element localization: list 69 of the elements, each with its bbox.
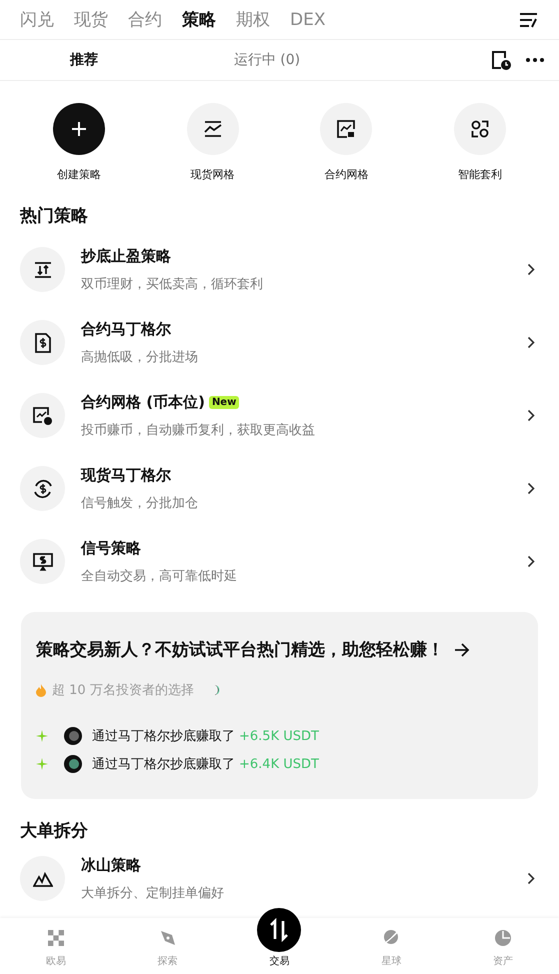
promo-caption: 超 10 万名投资者的选择 [52,682,194,699]
avatar-icon [64,727,82,745]
section-title: 大单拆分 [20,820,89,842]
history-icon[interactable] [491,50,511,70]
shapes-icon [470,120,489,138]
market-tab[interactable]: 现货 [74,8,108,31]
sparkle-icon [36,758,48,770]
planet-icon [382,928,400,946]
earning-text: 通过马丁格尔抄底赚取了 [92,756,235,773]
earning-amount: +6.4K USDT [239,756,319,772]
strategy-description: 双币理财，买低卖高，循环套利 [81,276,264,292]
market-tab[interactable]: 闪兑 [20,8,54,31]
strategy-description: 投币赚币，自动赚币复利，获取更高收益 [81,422,316,438]
strategy-description: 大单拆分、定制挂单偏好 [81,884,225,902]
plus-icon [71,121,87,137]
sparkle-icon [36,730,48,742]
sub-tab[interactable]: 运行中 (0) [182,51,352,69]
checker-icon [48,930,64,946]
new-badge: New [208,396,240,408]
earning-text: 通过马丁格尔抄底赚取了 [92,728,235,745]
market-tab[interactable]: 合约 [128,8,162,31]
strategy-title: 抄底止盈策略 [81,246,171,266]
compass-icon [160,930,176,946]
action-label: 合约网格 [324,167,368,182]
chevron-right-icon [527,409,535,422]
strategy-action-button[interactable] [53,103,105,155]
earning-amount: +6.5K USDT [239,728,319,744]
mountain-icon [32,870,52,886]
strategy-title: 合约网格 (币本位) [81,392,205,412]
avatar-icon [64,755,82,773]
chart-frame-icon [32,406,52,424]
strategy-row[interactable]: 信号策略 全自动交易，高可靠低时延 [0,525,559,598]
strategy-title: 合约马丁格尔 [81,320,171,338]
grid-chart-icon [204,121,222,137]
up-down-bars-icon [34,260,52,278]
strategy-description: 全自动交易，高可靠低时延 [81,568,238,584]
strategy-description: 高抛低吸，分批进场 [81,348,199,366]
strategy-row[interactable]: 抄底止盈策略 双币理财，买低卖高，循环套利 [0,233,559,306]
chart-frame-icon [337,120,356,138]
market-tab[interactable]: 期权 [236,8,270,31]
market-tab[interactable]: 策略 [182,8,216,31]
market-tab[interactable]: DEX [290,10,326,30]
action-label: 创建策略 [57,167,101,182]
promo-card[interactable]: 策略交易新人？不妨试试平台热门精选，助您轻松赚！ 超 10 万名投资者的选择 通过马丁格尔抄底赚取了 +6.5K USDT 通过马丁格尔抄底赚取了 +6.4K USDT [21,612,538,799]
section-title: 热门策略 [20,205,89,227]
strategy-description: 信号触发，分批加仓 [81,494,199,512]
chevron-right-icon [527,482,535,495]
dollar-document-icon [34,332,50,352]
promo-title: 策略交易新人？不妨试试平台热门精选，助您轻松赚！ [36,639,444,661]
strategy-title: 信号策略 [81,538,141,558]
chevron-right-icon [527,555,535,568]
more-icon[interactable] [525,57,545,63]
fire-icon [36,684,46,696]
dollar-monitor-icon [32,552,52,570]
chevron-right-icon [527,263,535,276]
list-edit-icon[interactable] [519,12,539,28]
action-label: 现货网格 [190,167,235,182]
dollar-cycle-icon [32,478,52,498]
strategy-title: 现货马丁格尔 [81,466,171,484]
strategy-row[interactable]: 合约网格 (币本位) New 投币赚币，自动赚币复利，获取更高收益 [0,379,559,452]
chevron-right-icon [527,336,535,349]
pie-chart-icon [495,930,512,946]
strategy-row[interactable]: 现货马丁格尔 信号触发，分批加仓 [0,452,559,525]
strategy-title: 冰山策略 [81,856,141,874]
chevron-right-icon [527,872,535,885]
strategy-row[interactable]: 合约马丁格尔 高抛低吸，分批进场 [0,306,559,379]
arrow-right-icon [454,642,470,656]
sub-tab[interactable]: 推荐 [0,51,168,69]
action-label: 智能套利 [458,167,502,182]
